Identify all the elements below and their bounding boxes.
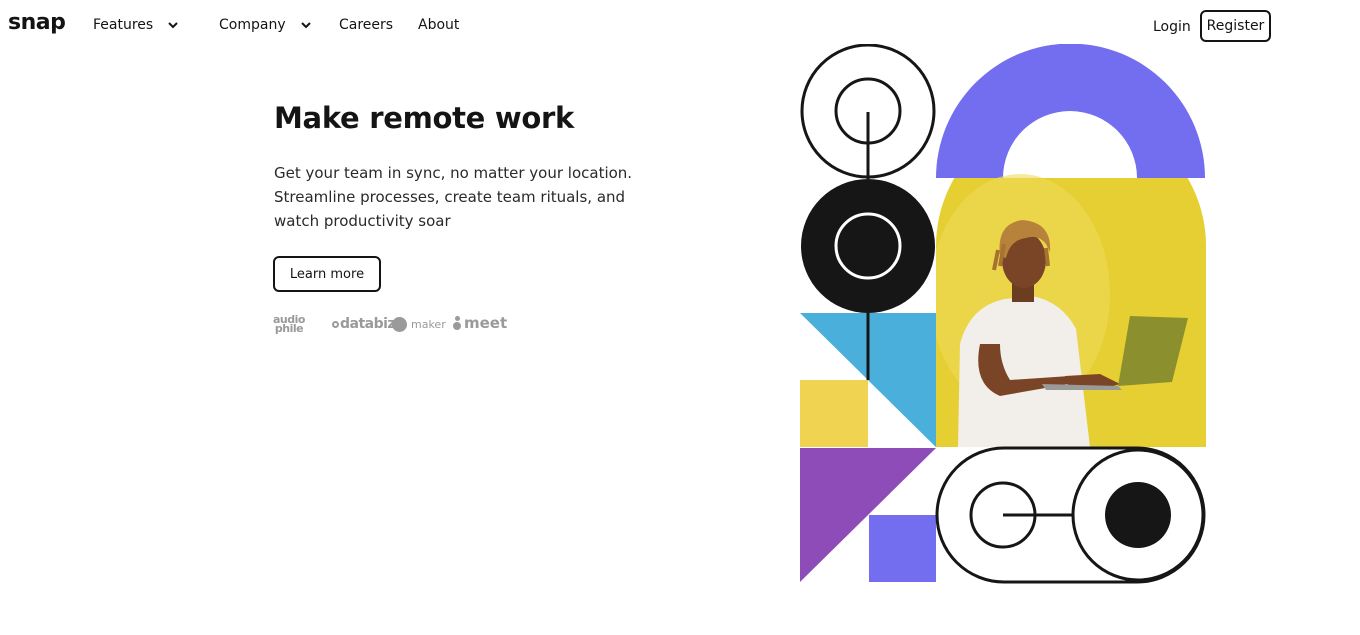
- blue-triangle-small-shape: [868, 380, 936, 447]
- register-button[interactable]: Register: [1200, 10, 1271, 42]
- brand-logo[interactable]: snap: [8, 10, 66, 35]
- audiophile-logo-bottom: phile: [274, 322, 304, 335]
- person-photo: [936, 174, 1206, 447]
- maker-logo-mark: [392, 317, 407, 332]
- hero-title: Make remote work: [274, 101, 574, 135]
- purple-square-shape: [869, 515, 936, 582]
- nav-careers[interactable]: Careers: [339, 17, 393, 33]
- meet-logo-mark: [453, 316, 461, 330]
- meet-logo: meet: [453, 314, 507, 332]
- hero-description-line: Streamline processes, create team ritual…: [274, 188, 626, 206]
- hero-description-line: Get your team in sync, no matter your lo…: [274, 164, 633, 182]
- yellow-square-shape: [800, 380, 868, 447]
- nav-features-label: Features: [93, 17, 154, 33]
- nav-features[interactable]: Features: [93, 17, 179, 33]
- audiophile-logo: audio phile: [273, 314, 305, 335]
- dark-circle-shape: [801, 179, 935, 313]
- nav-company[interactable]: Company: [219, 17, 312, 33]
- hero-description-line: watch productivity soar: [274, 212, 451, 230]
- hero-illustration: [800, 44, 1206, 584]
- nav-company-label: Company: [219, 17, 286, 33]
- learn-more-button[interactable]: Learn more: [273, 256, 381, 292]
- chevron-down-icon: [300, 22, 311, 29]
- toggle-pill-shape: [935, 446, 1206, 584]
- maker-logo-text: maker: [411, 318, 446, 331]
- maker-logo: maker: [392, 317, 446, 332]
- outlined-circle-shape: [800, 44, 936, 179]
- databiz-logo: databiz: [332, 316, 396, 332]
- nav-about[interactable]: About: [418, 17, 459, 33]
- hero-description: Get your team in sync, no matter your lo…: [274, 161, 634, 233]
- databiz-logo-mark: [332, 320, 339, 328]
- meet-logo-text: meet: [464, 314, 508, 332]
- chevron-down-icon: [168, 22, 178, 29]
- login-link[interactable]: Login: [1153, 19, 1191, 35]
- purple-arch-shape: [936, 44, 1205, 178]
- databiz-logo-text: databiz: [340, 316, 396, 332]
